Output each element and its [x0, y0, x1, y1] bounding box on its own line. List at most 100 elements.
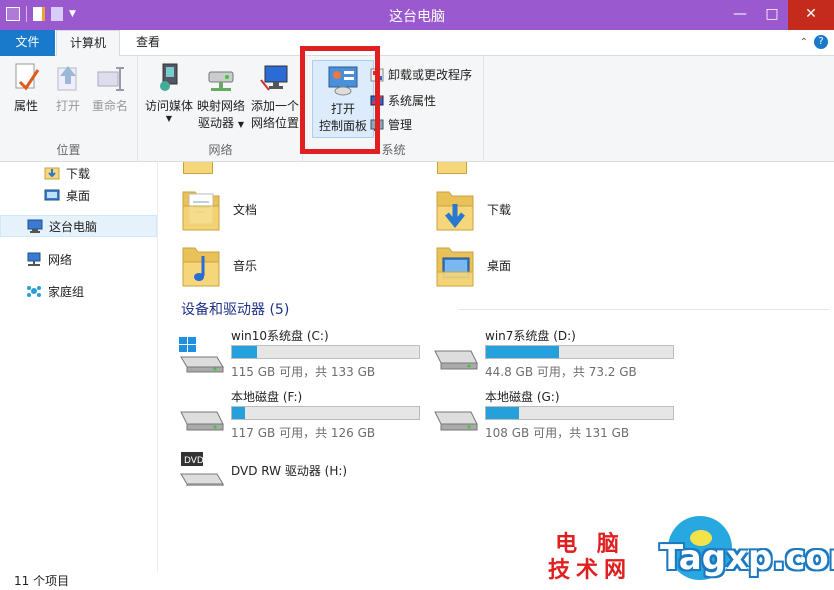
collapse-ribbon-chevron-icon[interactable]: ⌃: [800, 37, 808, 48]
rename-icon: [94, 62, 126, 94]
nav-item-downloads[interactable]: 下载: [44, 162, 90, 184]
documents-folder-icon: [182, 191, 220, 231]
drive-d-usage-bar: [485, 345, 674, 359]
access-media-dropdown-icon: ▼: [165, 114, 173, 123]
maximize-button[interactable]: □: [756, 0, 788, 30]
hard-drive-icon: [180, 411, 224, 431]
open-icon: [52, 62, 84, 94]
properties-label: 属性: [13, 99, 38, 113]
network-location-icon: [259, 62, 291, 94]
nav-item-homegroup[interactable]: 家庭组: [26, 280, 84, 302]
system-properties-label: 系统属性: [388, 94, 437, 108]
folder-partial-icon: [183, 162, 213, 174]
tab-file[interactable]: 文件: [0, 30, 55, 56]
ribbon-group-location: 属性 打开 重命名 位置: [0, 56, 138, 162]
ribbon-group-network: 访问媒体 ▼ 映射网络 驱动器 ▼ 添加一个 网络位置 网络: [139, 56, 303, 162]
help-icon[interactable]: ?: [814, 35, 828, 49]
uninstall-programs-button[interactable]: 卸载或更改程序: [370, 66, 472, 83]
tab-view[interactable]: 查看: [124, 30, 172, 56]
hard-drive-icon: [434, 411, 478, 431]
this-pc-nav-icon: [27, 219, 43, 233]
drive-f[interactable]: 本地磁盘 (F:) 117 GB 可用，共 126 GB: [177, 386, 422, 442]
network-group-label: 网络: [208, 143, 233, 157]
drive-g-usage-bar: [485, 406, 674, 420]
map-network-drive-button[interactable]: 映射网络 驱动器 ▼: [195, 62, 247, 133]
network-nav-icon: [27, 252, 41, 266]
rename-button[interactable]: 重命名: [90, 62, 130, 115]
map-drive-dropdown-icon: ▼: [237, 120, 244, 129]
access-media-label: 访问媒体: [144, 99, 193, 113]
properties-button[interactable]: 属性: [8, 62, 44, 115]
location-group-label: 位置: [56, 143, 81, 157]
drive-g-label: 本地磁盘 (G:): [485, 390, 560, 404]
window-title: 这台电脑: [389, 9, 445, 25]
uninstall-label: 卸载或更改程序: [388, 68, 473, 82]
ribbon-tab-bar: 文件 计算机 查看 ⌃ ?: [0, 30, 834, 57]
folder-downloads[interactable]: 下载: [435, 186, 511, 232]
add-location-label-2: 网络位置: [250, 116, 299, 130]
properties-icon: [10, 62, 42, 94]
content-area: 文档 下载 音乐 桌面 设备和驱动器 (5) win10系统盘 (C:) 115…: [159, 162, 834, 572]
title-bar: ▼ 这台电脑 — □ ✕: [0, 0, 834, 30]
desktop-nav-icon: [44, 189, 60, 201]
downloads-folder-icon: [436, 191, 474, 231]
access-media-button[interactable]: 访问媒体 ▼: [143, 62, 195, 123]
folder-downloads-label: 下载: [487, 202, 512, 217]
open-button[interactable]: 打开: [52, 62, 84, 115]
drive-c[interactable]: win10系统盘 (C:) 115 GB 可用，共 133 GB: [177, 325, 422, 381]
add-location-label-1: 添加一个: [250, 99, 299, 113]
hard-drive-icon: [434, 350, 478, 370]
drive-f-usage-fill: [232, 407, 246, 419]
nav-downloads-label: 下载: [66, 166, 91, 181]
drive-f-label: 本地磁盘 (F:): [231, 390, 303, 404]
ribbon-right-controls: ⌃ ?: [800, 35, 828, 49]
minimize-button[interactable]: —: [724, 0, 756, 30]
folder-documents[interactable]: 文档: [181, 186, 257, 232]
drive-f-space: 117 GB 可用，共 126 GB: [231, 426, 376, 440]
drive-c-space: 115 GB 可用，共 133 GB: [231, 365, 376, 379]
drive-f-usage-bar: [231, 406, 420, 420]
watermark-cn-line2: 技术网: [548, 558, 633, 583]
manage-label: 管理: [388, 118, 413, 132]
rename-label: 重命名: [91, 99, 128, 113]
nav-desktop-label: 桌面: [66, 188, 91, 203]
watermark-cn-line1: 电 脑: [555, 532, 625, 557]
folder-partial-icon: [437, 162, 467, 174]
watermark-cn: 电 脑 技术网: [548, 532, 632, 584]
drive-d-usage-fill: [486, 346, 559, 358]
music-folder-icon: [182, 247, 220, 287]
folder-documents-label: 文档: [233, 202, 258, 217]
folder-desktop-label: 桌面: [487, 258, 512, 273]
drive-g[interactable]: 本地磁盘 (G:) 108 GB 可用，共 131 GB: [431, 386, 676, 442]
drive-c-usage-fill: [232, 346, 258, 358]
dvd-badge: DVD: [184, 456, 204, 466]
navigation-pane: 下载 桌面 这台电脑 网络 家庭组: [0, 162, 158, 572]
homegroup-nav-icon: [27, 286, 41, 297]
devices-section-title[interactable]: 设备和驱动器 (5): [181, 299, 289, 319]
close-button[interactable]: ✕: [788, 0, 834, 30]
drive-g-space: 108 GB 可用，共 131 GB: [485, 426, 630, 440]
drive-d-label: win7系统盘 (D:): [485, 329, 576, 343]
folder-desktop[interactable]: 桌面: [435, 242, 511, 288]
drive-c-label: win10系统盘 (C:): [231, 329, 329, 343]
drive-d[interactable]: win7系统盘 (D:) 44.8 GB 可用，共 73.2 GB: [431, 325, 676, 381]
dvd-drive-icon: DVD: [180, 452, 224, 486]
map-drive-label-2-row: 驱动器 ▼: [195, 115, 247, 133]
nav-item-this-pc[interactable]: 这台电脑: [0, 215, 157, 237]
nav-item-network[interactable]: 网络: [26, 248, 72, 270]
watermark-en: Tagxp.com: [660, 538, 834, 578]
nav-network-label: 网络: [48, 252, 73, 267]
drive-c-usage-bar: [231, 345, 420, 359]
windows-drive-icon: [179, 337, 224, 373]
nav-item-desktop[interactable]: 桌面: [44, 184, 90, 206]
drive-dvd[interactable]: DVD DVD RW 驱动器 (H:): [177, 450, 422, 506]
folder-music[interactable]: 音乐: [181, 242, 257, 288]
nav-this-pc-label: 这台电脑: [49, 219, 98, 234]
section-divider: [459, 309, 829, 310]
tab-computer[interactable]: 计算机: [56, 30, 120, 57]
folder-music-label: 音乐: [233, 258, 258, 273]
add-network-location-button[interactable]: 添加一个 网络位置: [249, 62, 301, 132]
map-drive-label-1: 映射网络: [196, 99, 245, 113]
window-controls: — □ ✕: [724, 0, 834, 30]
map-drive-label-2: 驱动器: [198, 116, 235, 130]
